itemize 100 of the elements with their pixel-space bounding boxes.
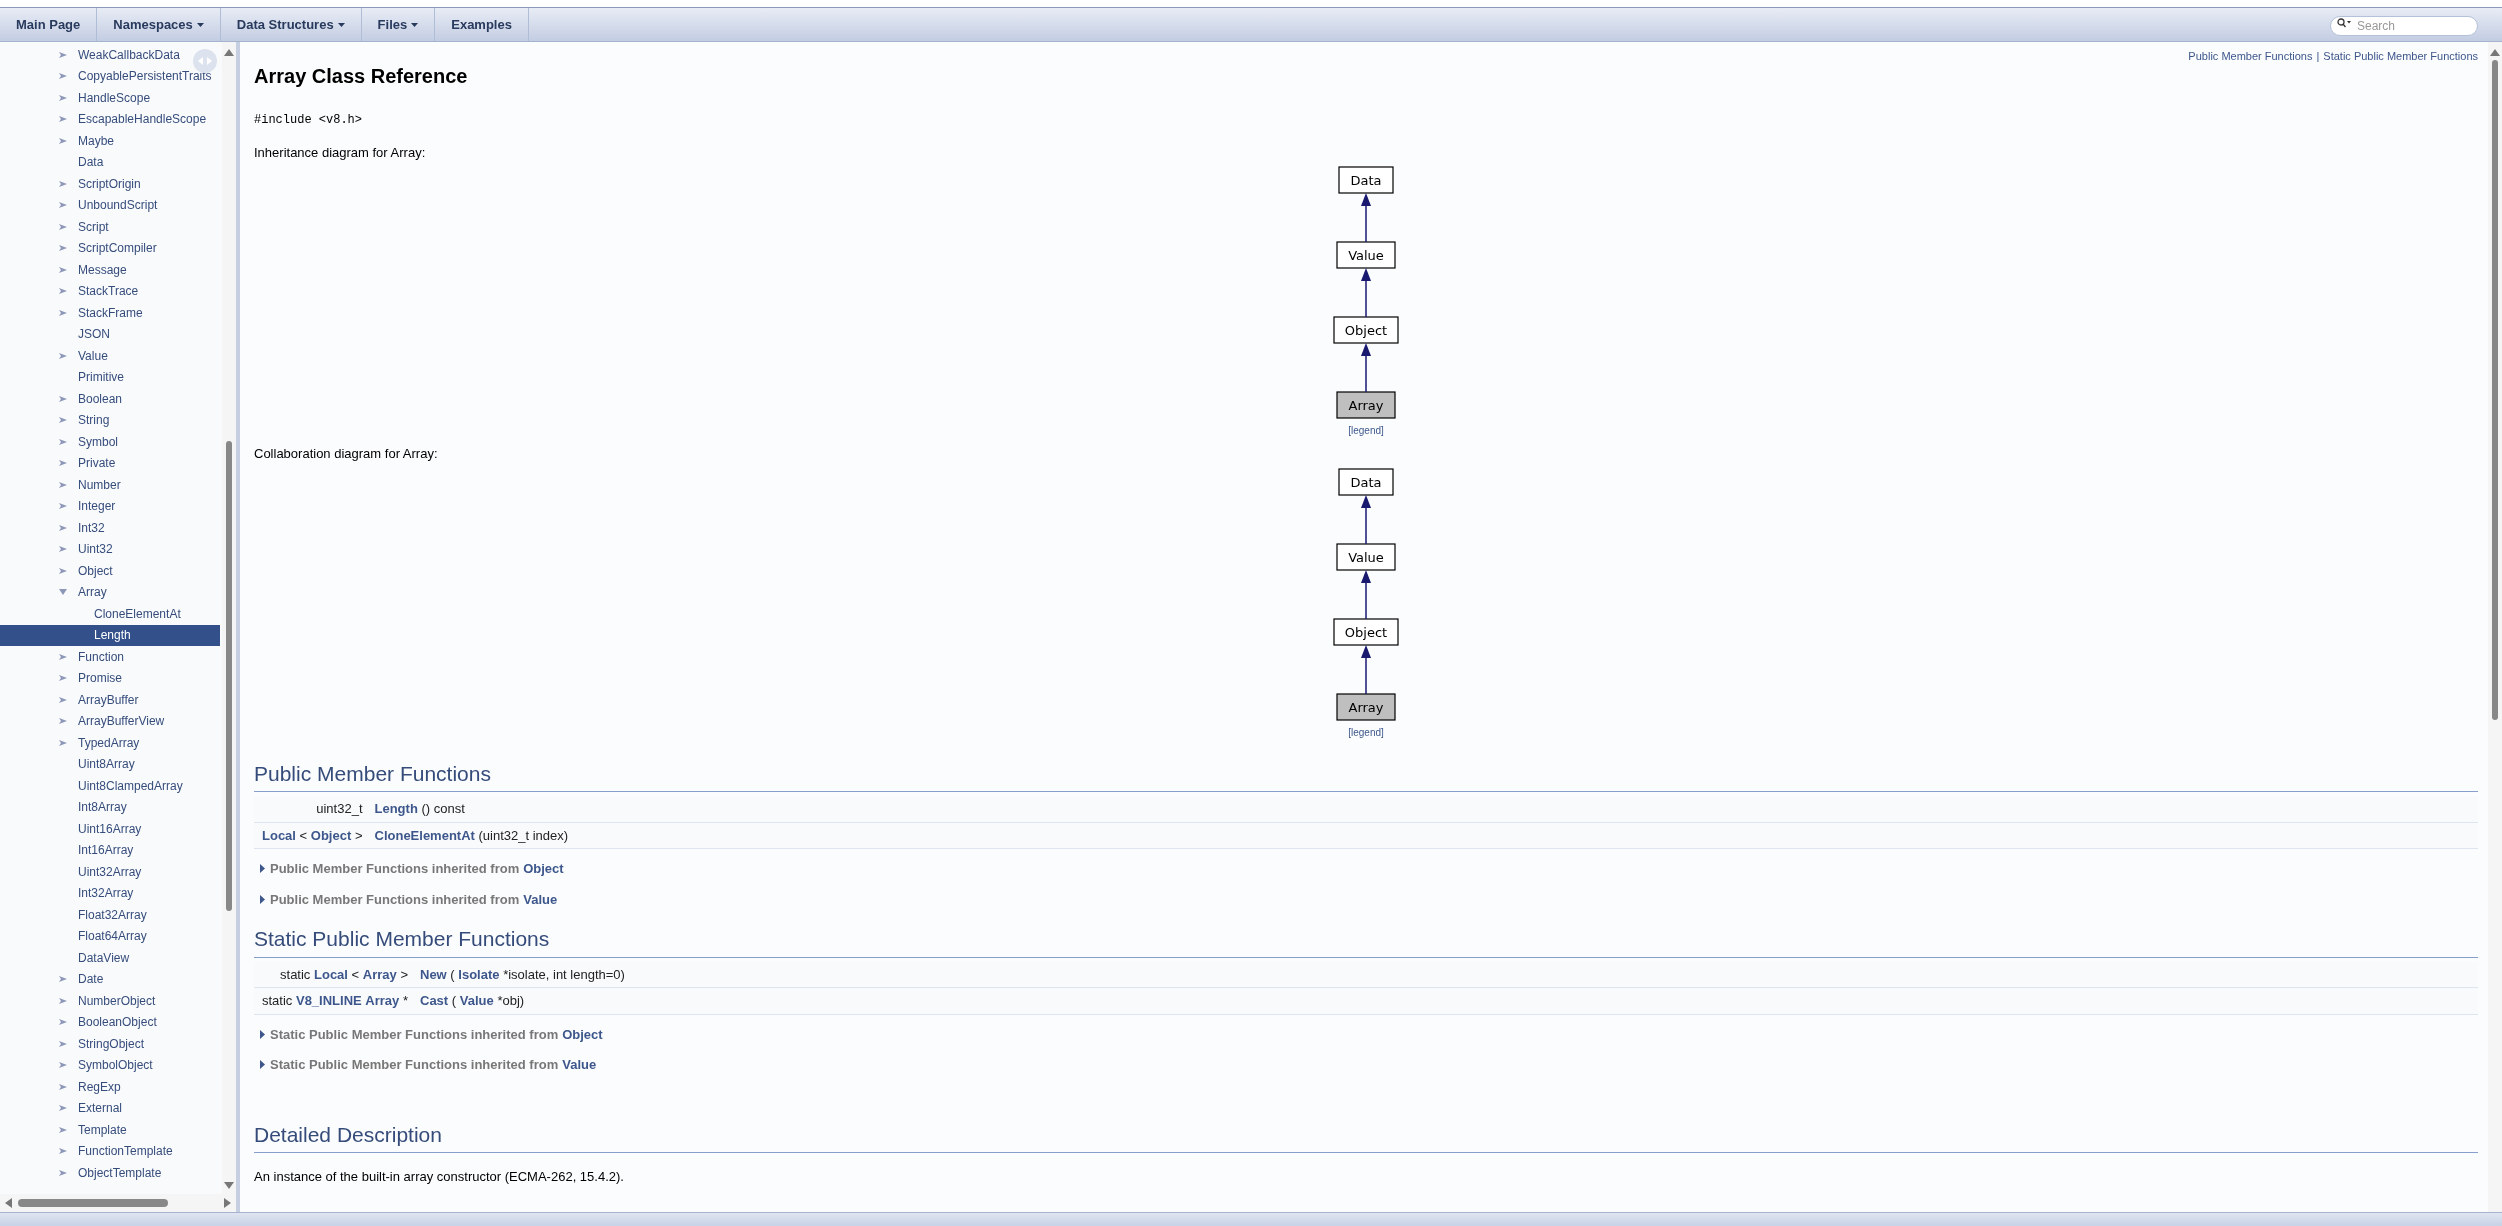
tree-item[interactable]: Message <box>0 259 222 281</box>
code-link[interactable]: Array <box>362 966 397 982</box>
class-node[interactable]: Array <box>1336 692 1396 721</box>
tree-item[interactable]: UnboundScript <box>0 194 222 216</box>
tree-item[interactable]: Maybe <box>0 130 222 152</box>
tree-item[interactable]: String <box>0 409 222 431</box>
tree-item[interactable]: Private <box>0 452 222 474</box>
tree-item[interactable]: StackTrace <box>0 280 222 302</box>
tree-item[interactable]: Object <box>0 560 222 582</box>
tree-item[interactable]: WeakCallbackData <box>0 44 222 66</box>
search-field[interactable]: Search <box>2330 15 2478 36</box>
code-link[interactable]: V8_INLINE <box>295 993 362 1008</box>
class-node[interactable]: Object <box>1333 617 1399 646</box>
tree-item[interactable]: StackFrame <box>0 302 222 324</box>
nav-menu-item[interactable]: Examples <box>435 8 529 41</box>
nav-menu-item[interactable]: Main Page <box>0 8 98 41</box>
tree-item[interactable]: Value <box>0 345 222 367</box>
tree-item[interactable]: ObjectTemplate <box>0 1162 222 1184</box>
tree-item[interactable]: FunctionTemplate <box>0 1140 222 1162</box>
tree-item[interactable]: NumberObject <box>0 990 222 1012</box>
tree-item[interactable]: Int16Array <box>0 839 222 861</box>
collapsed-arrow-icon[interactable] <box>260 1029 266 1039</box>
code-link[interactable]: Value <box>459 993 494 1008</box>
code-link[interactable]: CloneElementAt <box>374 827 475 843</box>
tree-item[interactable]: Int8Array <box>0 796 222 818</box>
tree-item[interactable]: Function <box>0 646 222 668</box>
tree-item[interactable]: ScriptCompiler <box>0 237 222 259</box>
tree-item[interactable]: External <box>0 1097 222 1119</box>
tree-item[interactable]: Int32Array <box>0 882 222 904</box>
tree-item[interactable]: HandleScope <box>0 87 222 109</box>
code-link[interactable]: Cast <box>420 993 449 1008</box>
tree-item[interactable]: RegExp <box>0 1076 222 1098</box>
tree-item[interactable]: Number <box>0 474 222 496</box>
tree-item[interactable]: ScriptOrigin <box>0 173 222 195</box>
tree-item[interactable]: DataView <box>0 947 222 969</box>
class-node[interactable]: Array <box>1336 391 1396 419</box>
vertical-scrollbar[interactable] <box>222 42 236 1194</box>
summary-link[interactable]: Public Member Functions <box>2188 48 2313 65</box>
class-node[interactable]: Value <box>1336 542 1396 571</box>
tree-item[interactable]: ArrayBuffer <box>0 689 222 711</box>
tree-item[interactable]: Length <box>0 624 220 646</box>
tree-item[interactable]: Uint32 <box>0 538 222 560</box>
vertical-scrollbar[interactable] <box>2488 42 2502 1212</box>
tree-item[interactable]: Uint16Array <box>0 818 222 840</box>
tree-item[interactable]: TypedArray <box>0 732 222 754</box>
class-node[interactable]: Value <box>1336 241 1396 269</box>
collapsed-arrow-icon[interactable] <box>260 894 266 904</box>
nav-menu-item[interactable]: Files <box>361 8 436 41</box>
search-icon[interactable] <box>2337 17 2351 28</box>
class-node[interactable]: Data <box>1338 467 1394 496</box>
code-link[interactable]: Array <box>365 993 400 1008</box>
nav-menu-item[interactable]: Data Structures <box>220 8 362 41</box>
tree-item[interactable]: Date <box>0 968 222 990</box>
tree-item[interactable]: Primitive <box>0 366 222 388</box>
tree-item[interactable]: Boolean <box>0 388 222 410</box>
tree-item[interactable]: Promise <box>0 667 222 689</box>
legend-link[interactable]: [legend] <box>1348 724 1384 740</box>
tree-item[interactable]: ArrayBufferView <box>0 710 222 732</box>
class-link[interactable]: Object <box>562 1024 603 1044</box>
expanded-arrow-icon[interactable] <box>58 588 68 597</box>
class-node[interactable]: Data <box>1338 166 1394 194</box>
code-link[interactable]: Object <box>310 827 352 843</box>
tree-item[interactable]: Float64Array <box>0 925 222 947</box>
scroll-up-arrow-icon[interactable] <box>2490 48 2500 56</box>
tree-item[interactable]: Uint8Array <box>0 753 222 775</box>
collapsed-arrow-icon[interactable] <box>260 1060 266 1070</box>
scroll-right-arrow-icon[interactable] <box>224 1198 232 1208</box>
collapsed-arrow-icon[interactable] <box>260 864 266 874</box>
tree-item[interactable]: Uint8ClampedArray <box>0 775 222 797</box>
tree-item[interactable]: JSON <box>0 323 222 345</box>
code-link[interactable]: Length <box>374 801 418 816</box>
class-link[interactable]: Object <box>523 859 564 879</box>
nav-menu-item[interactable]: Namespaces <box>97 8 221 41</box>
scroll-up-arrow-icon[interactable] <box>224 48 234 56</box>
tree-item[interactable]: CloneElementAt <box>0 603 222 625</box>
code-link[interactable]: Local <box>314 966 348 982</box>
tree-item[interactable]: Data <box>0 151 222 173</box>
class-link[interactable]: Value <box>523 889 558 909</box>
scroll-left-arrow-icon[interactable] <box>4 1198 12 1208</box>
tree-item[interactable]: Uint32Array <box>0 861 222 883</box>
tree-item[interactable]: Template <box>0 1119 222 1141</box>
tree-item[interactable]: SymbolObject <box>0 1054 222 1076</box>
tree-item[interactable]: Script <box>0 216 222 238</box>
tree-item[interactable]: Integer <box>0 495 222 517</box>
tree-item[interactable]: StringObject <box>0 1033 222 1055</box>
tree-item[interactable]: Symbol <box>0 431 222 453</box>
code-link[interactable]: Local <box>262 827 296 843</box>
tree-item[interactable]: Array <box>0 581 222 603</box>
tree-item[interactable]: Int32 <box>0 517 222 539</box>
scroll-down-arrow-icon[interactable] <box>224 1182 234 1190</box>
horizontal-scrollbar[interactable] <box>0 1194 236 1212</box>
code-link[interactable]: Isolate <box>458 966 500 982</box>
summary-link[interactable]: Static Public Member Functions <box>2323 48 2478 65</box>
tree-item[interactable]: Float32Array <box>0 904 222 926</box>
legend-link[interactable]: [legend] <box>1348 423 1384 438</box>
code-link[interactable]: New <box>420 966 447 982</box>
tree-item[interactable]: CopyablePersistentTraits <box>0 65 222 87</box>
tree-item[interactable]: BooleanObject <box>0 1011 222 1033</box>
tree-item[interactable]: EscapableHandleScope <box>0 108 222 130</box>
class-link[interactable]: Value <box>562 1055 597 1075</box>
